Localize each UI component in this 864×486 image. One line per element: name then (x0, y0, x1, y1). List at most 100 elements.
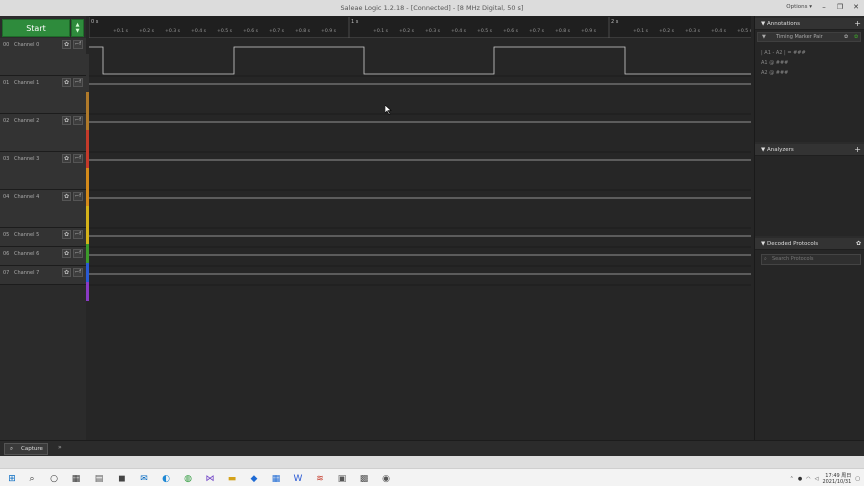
app-icon[interactable]: ◆ (248, 473, 260, 485)
channel-color-strip (86, 54, 89, 92)
gear-icon[interactable]: ✿ (854, 34, 858, 40)
channel-row[interactable]: 06 Channel 6 ✿ ⌐f (0, 247, 86, 266)
gear-icon[interactable]: ✿ (844, 34, 848, 40)
analyzers-header[interactable]: ▼ Analyzers + (755, 144, 864, 156)
wifi-icon[interactable]: ◠ (806, 476, 810, 482)
main-area: Start ▲ ▼ 00 Channel 0 ✿ ⌐f 01 Channel 1 ✿ ⌐f 02… (0, 16, 864, 456)
search-icon: ⌕ (764, 256, 767, 262)
trigger-icon[interactable]: ⌐f (73, 230, 83, 239)
minimize-button[interactable]: – (818, 2, 830, 13)
close-button[interactable]: ✕ (850, 2, 862, 13)
channel-name[interactable]: Channel 5 (14, 232, 39, 238)
trigger-icon[interactable]: ⌐f (73, 40, 83, 49)
saleae-icon[interactable]: ◉ (380, 473, 392, 485)
channel-name[interactable]: Channel 1 (14, 80, 39, 86)
marker-title: Timing Marker Pair (776, 34, 823, 40)
trigger-icon[interactable]: ⌐f (73, 192, 83, 201)
channel-name[interactable]: Channel 7 (14, 270, 39, 276)
channel-color-strip (86, 244, 89, 263)
channel-name[interactable]: Channel 4 (14, 194, 39, 200)
window-title: Saleae Logic 1.2.18 - [Connected] - [8 M… (340, 4, 524, 12)
browser-icon[interactable]: ◍ (182, 473, 194, 485)
search-icon[interactable]: ⌕ (26, 473, 38, 485)
add-analyzer-button[interactable]: + (854, 144, 861, 156)
gear-icon[interactable]: ✿ (62, 192, 71, 201)
decoded-protocols-panel: ⌕ Search Protocols (755, 250, 864, 446)
capture-tab[interactable]: ⌕ Capture (4, 443, 48, 455)
word-icon[interactable]: W (292, 473, 304, 485)
channel-color-strip (86, 206, 89, 244)
marker-a1: A1 @ ### (761, 60, 789, 66)
trigger-icon[interactable]: ⌐f (73, 268, 83, 277)
notification-icon[interactable]: ▢ (855, 476, 860, 482)
expand-icon[interactable]: » (58, 444, 62, 451)
search-protocols-input[interactable]: ⌕ Search Protocols (761, 254, 861, 265)
channel-number: 00 (3, 42, 10, 48)
clock[interactable]: 17:49 周日 2021/10/31 (822, 473, 851, 485)
trigger-icon[interactable]: ⌐f (73, 154, 83, 163)
store-icon[interactable]: ◼ (116, 473, 128, 485)
channel-name[interactable]: Channel 3 (14, 156, 39, 162)
gear-icon[interactable]: ✿ (62, 116, 71, 125)
folder-icon[interactable]: ▬ (226, 473, 238, 485)
gear-icon[interactable]: ✿ (62, 268, 71, 277)
widgets-icon[interactable]: ▦ (70, 473, 82, 485)
trigger-icon[interactable]: ⌐f (73, 78, 83, 87)
annotations-panel: ▼ Timing Marker Pair ✿ ✿ | A1 - A2 | = #… (755, 30, 864, 142)
gear-icon[interactable]: ✿ (856, 238, 861, 250)
chevron-up-icon[interactable]: ⌃ (790, 476, 794, 482)
marker-formula: | A1 - A2 | = ### (761, 50, 806, 56)
channel-row[interactable]: 02 Channel 2 ✿ ⌐f (0, 114, 86, 152)
channel-list: Start ▲ ▼ 00 Channel 0 ✿ ⌐f 01 Channel 1 ✿ ⌐f 02… (0, 16, 86, 456)
task-view-icon[interactable]: ○ (48, 473, 60, 485)
windows-start-icon[interactable]: ⊞ (6, 473, 18, 485)
collapse-icon: ▼ (762, 34, 766, 40)
decoded-protocols-header[interactable]: ▼ Decoded Protocols ✿ (755, 238, 864, 250)
bottom-bar: ⌕ Capture » (0, 440, 864, 456)
channel-color-strip (86, 282, 89, 301)
channel-row[interactable]: 01 Channel 1 ✿ ⌐f (0, 76, 86, 114)
channel-name[interactable]: Channel 2 (14, 118, 39, 124)
calc-icon[interactable]: ▦ (270, 473, 282, 485)
notepad-icon[interactable]: ▤ (93, 473, 105, 485)
start-button[interactable]: Start (2, 19, 70, 37)
app-icon[interactable]: ▣ (336, 473, 348, 485)
channel-row[interactable]: 05 Channel 5 ✿ ⌐f (0, 228, 86, 247)
waveform-view[interactable]: 0 s1 s2 s +0.1 s +0.2 s +0.3 s +0.4 s +0.5 s +… (88, 16, 753, 456)
channel-number: 03 (3, 156, 10, 162)
channel-0-waveform (89, 46, 751, 75)
mail-icon[interactable]: ✉ (138, 473, 150, 485)
channel-row[interactable]: 07 Channel 7 ✿ ⌐f (0, 266, 86, 285)
marker-a2: A2 @ ### (761, 70, 789, 76)
channel-color-strip (86, 130, 89, 168)
app-icon[interactable]: ▩ (358, 473, 370, 485)
channel-number: 04 (3, 194, 10, 200)
channel-number: 02 (3, 118, 10, 124)
start-options[interactable]: ▲ ▼ (71, 19, 84, 37)
volume-icon[interactable]: ◁ (815, 476, 819, 482)
trigger-icon[interactable]: ⌐f (73, 249, 83, 258)
maximize-button[interactable]: ❐ (834, 2, 846, 13)
channel-name[interactable]: Channel 6 (14, 251, 39, 257)
gear-icon[interactable]: ✿ (62, 154, 71, 163)
channel-number: 01 (3, 80, 10, 86)
gear-icon[interactable]: ✿ (62, 249, 71, 258)
channel-row[interactable]: 03 Channel 3 ✿ ⌐f (0, 152, 86, 190)
edge-icon[interactable]: ◐ (160, 473, 172, 485)
channel-row[interactable]: 00 Channel 0 ✿ ⌐f (0, 38, 86, 76)
timing-marker-row[interactable]: ▼ Timing Marker Pair ✿ ✿ (757, 32, 861, 42)
channel-row[interactable]: 04 Channel 4 ✿ ⌐f (0, 190, 86, 228)
mic-icon[interactable]: ● (798, 476, 802, 482)
system-tray: ⌃ ● ◠ ◁ 17:49 周日 2021/10/31 ▢ (790, 472, 860, 485)
add-annotation-button[interactable]: + (854, 18, 861, 30)
gear-icon[interactable]: ✿ (62, 230, 71, 239)
options-menu[interactable]: Options ▾ (786, 4, 812, 10)
gear-icon[interactable]: ✿ (62, 78, 71, 87)
vs-icon[interactable]: ⋈ (204, 473, 216, 485)
trigger-icon[interactable]: ⌐f (73, 116, 83, 125)
channel-name[interactable]: Channel 0 (14, 42, 39, 48)
app-icon[interactable]: ≋ (314, 473, 326, 485)
annotations-header[interactable]: ▼ Annotations + (755, 18, 864, 30)
channel-color-strip (86, 263, 89, 282)
gear-icon[interactable]: ✿ (62, 40, 71, 49)
